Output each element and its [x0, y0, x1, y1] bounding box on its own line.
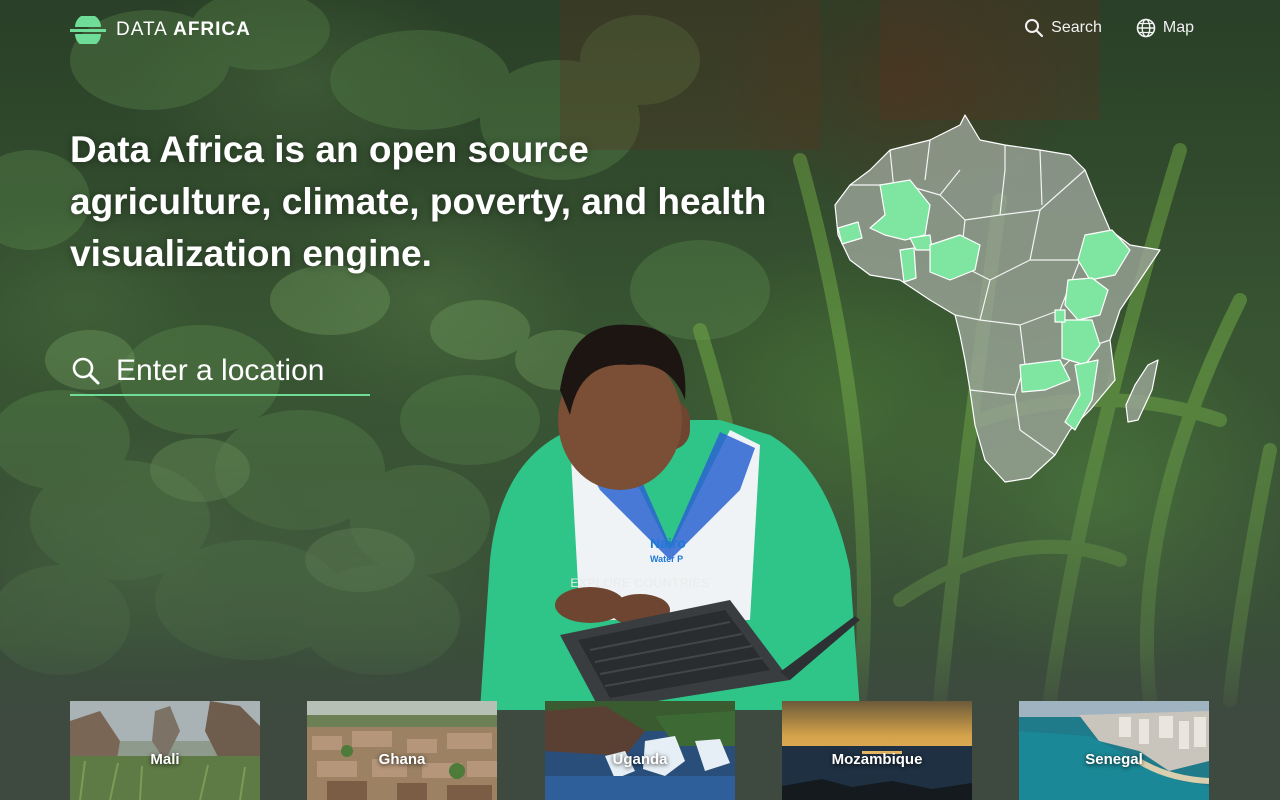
location-search-input[interactable] [116, 354, 366, 388]
country-card-name: Senegal [1085, 751, 1143, 768]
brand-name: DATA AFRICA [116, 19, 251, 40]
search-icon [1025, 19, 1044, 38]
country-card-senegal[interactable]: Senegal [1019, 701, 1209, 800]
country-card-name: Mozambique [831, 751, 923, 768]
svg-text:Water P: Water P [650, 554, 683, 564]
explore-countries-label: EXPLORE COUNTRIES [570, 576, 710, 590]
header-nav: Search Map [1024, 18, 1194, 38]
country-card-uganda[interactable]: Uganda [545, 701, 735, 800]
brand-logo[interactable]: DATA AFRICA [70, 16, 251, 44]
location-search [70, 348, 370, 396]
data-africa-logo-icon [70, 16, 106, 44]
nav-map-button[interactable]: Map [1136, 18, 1194, 38]
country-cards: Mali Ghana Uganda Mozambique Senegal [70, 701, 1210, 800]
country-card-mozambique[interactable]: Mozambique [782, 701, 972, 800]
nav-search-label: Search [1051, 19, 1102, 36]
person-with-laptop-photo: Nairo Water P [480, 324, 860, 710]
globe-icon [1136, 18, 1156, 38]
top-navigation-bar: DATA AFRICA Search Map [0, 0, 1280, 60]
hero-headline: Data Africa is an open source agricultur… [70, 129, 767, 274]
nav-search-button[interactable]: Search [1024, 18, 1102, 38]
country-card-name: Uganda [612, 751, 668, 768]
nav-map-label: Map [1162, 19, 1194, 36]
country-card-mali[interactable]: Mali [70, 701, 260, 800]
country-card-name: Ghana [378, 751, 426, 768]
search-icon [72, 357, 100, 385]
country-card-ghana[interactable]: Ghana [307, 701, 497, 800]
africa-map[interactable] [830, 110, 1170, 490]
svg-text:Nairo: Nairo [650, 535, 686, 551]
country-card-name: Mali [150, 751, 180, 768]
